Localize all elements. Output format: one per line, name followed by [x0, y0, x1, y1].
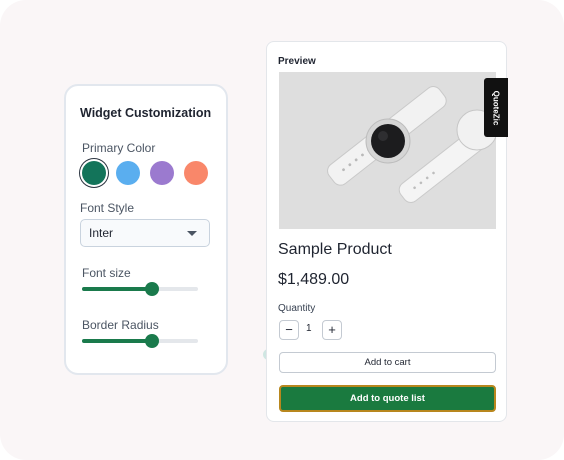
font-size-slider[interactable]	[82, 282, 198, 296]
chevron-down-icon	[187, 231, 197, 236]
add-to-cart-button[interactable]: Add to cart	[279, 352, 496, 373]
panel-title: Widget Customization	[80, 106, 212, 120]
font-size-slider-thumb[interactable]	[144, 282, 159, 296]
font-style-select[interactable]: Inter	[80, 219, 210, 247]
font-size-slider-fill	[82, 287, 152, 291]
background: Widget Customization Primary Color Font …	[0, 0, 564, 460]
add-to-quote-list-button[interactable]: Add to quote list	[279, 385, 496, 412]
border-radius-slider[interactable]	[82, 334, 198, 348]
smartwatch-image	[279, 72, 496, 229]
quotezic-tab[interactable]: QuoteZic	[484, 78, 508, 137]
quantity-label: Quantity	[278, 303, 316, 314]
preview-label: Preview	[278, 56, 316, 67]
color-swatch-blue[interactable]	[116, 161, 140, 185]
primary-color-label: Primary Color	[82, 141, 156, 155]
product-price: $1,489.00	[278, 271, 350, 288]
font-style-value: Inter	[89, 226, 114, 240]
quantity-decrease-button[interactable]: −	[279, 320, 299, 340]
border-radius-slider-thumb[interactable]	[144, 334, 159, 348]
widget-customization-panel: Widget Customization Primary Color Font …	[64, 84, 228, 375]
quantity-value: 1	[306, 323, 312, 334]
product-image	[279, 72, 496, 229]
color-swatches	[82, 161, 208, 185]
product-title: Sample Product	[278, 241, 392, 258]
font-size-label: Font size	[82, 266, 131, 280]
quotezic-tab-label: QuoteZic	[491, 90, 501, 125]
quantity-increase-button[interactable]: +	[322, 320, 342, 340]
color-swatch-green[interactable]	[82, 161, 106, 185]
preview-card: Preview QuoteZic Sample Product $1,489.0…	[266, 41, 508, 422]
color-swatch-orange[interactable]	[184, 161, 208, 185]
color-swatch-purple[interactable]	[150, 161, 174, 185]
border-radius-slider-fill	[82, 339, 152, 343]
border-radius-label: Border Radius	[82, 318, 159, 332]
font-style-label: Font Style	[80, 201, 135, 215]
